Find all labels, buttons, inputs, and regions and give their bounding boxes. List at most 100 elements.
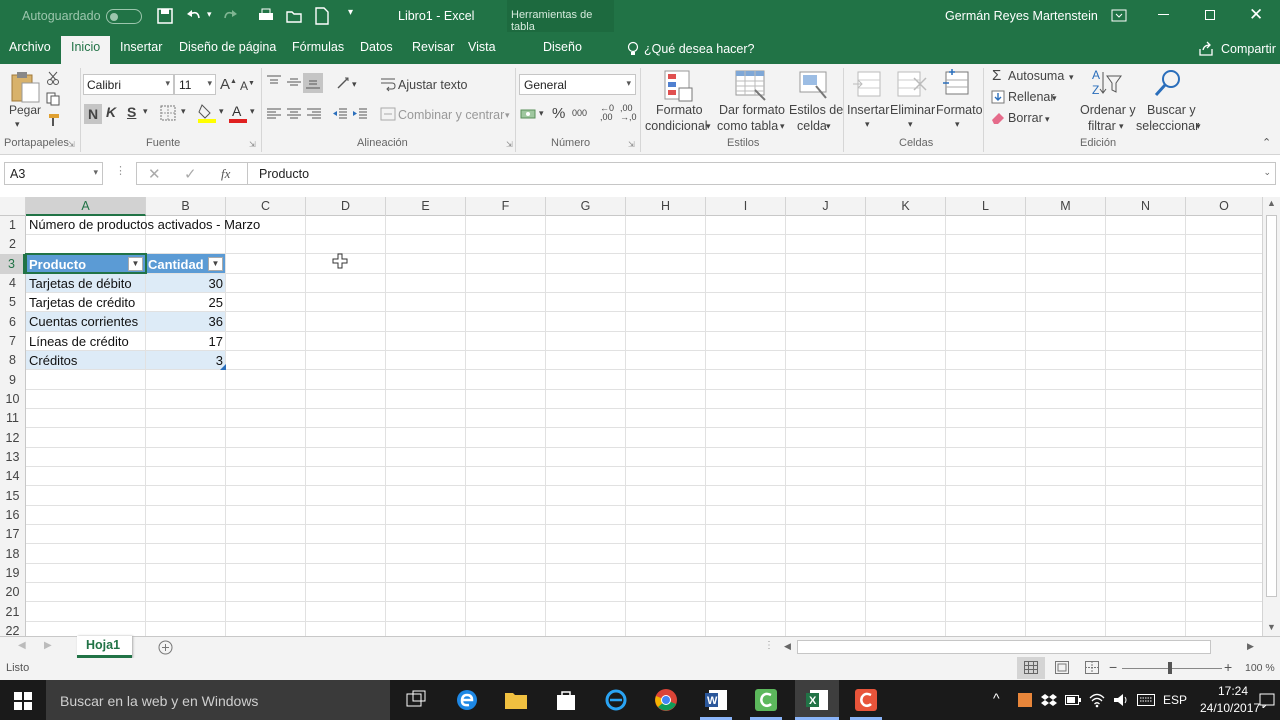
format-as-table-line1[interactable]: Dar formato xyxy=(719,103,785,117)
fill-dropdown-icon[interactable]: ▾ xyxy=(1052,93,1057,104)
conditional-format-dropdown-icon[interactable]: ▾ xyxy=(706,121,711,132)
row-header[interactable]: 13 xyxy=(0,448,25,467)
undo-icon[interactable] xyxy=(186,8,202,24)
insert-cells-icon[interactable] xyxy=(852,70,884,100)
row-header[interactable]: 15 xyxy=(0,486,25,506)
row-header[interactable]: 9 xyxy=(0,370,25,390)
clock-date[interactable]: 24/10/2017 xyxy=(1200,701,1260,715)
row-header[interactable]: 21 xyxy=(0,602,25,622)
wifi-icon[interactable] xyxy=(1089,692,1105,708)
cell-styles-icon[interactable] xyxy=(798,70,830,102)
prev-sheet-icon[interactable]: ◀ xyxy=(18,640,26,651)
volume-icon[interactable] xyxy=(1113,692,1129,708)
autosum-icon[interactable]: Σ xyxy=(992,67,1001,84)
tab-diseno-pagina[interactable]: Diseño de página xyxy=(179,40,276,54)
increase-decimal-icon[interactable]: ←0,00 xyxy=(600,104,614,122)
row-header[interactable]: 14 xyxy=(0,467,25,486)
scroll-up-icon[interactable]: ▲ xyxy=(1267,198,1276,208)
paste-dropdown-icon[interactable]: ▾ xyxy=(15,119,20,130)
store-icon[interactable] xyxy=(554,688,578,712)
tell-me-box[interactable]: ¿Qué desea hacer? xyxy=(644,42,755,56)
insert-function-button[interactable]: fx xyxy=(221,166,230,182)
tab-formulas[interactable]: Fórmulas xyxy=(292,40,344,54)
merge-dropdown-icon[interactable]: ▾ xyxy=(505,110,510,121)
camtasia-green-icon[interactable] xyxy=(754,688,778,712)
row-header[interactable]: 5 xyxy=(0,293,25,312)
vertical-scroll-thumb[interactable] xyxy=(1266,215,1277,597)
alignment-launcher-icon[interactable]: ⇲ xyxy=(506,140,513,149)
format-as-table-dropdown-icon[interactable]: ▾ xyxy=(780,121,785,132)
sort-filter-line1[interactable]: Ordenar y xyxy=(1080,103,1136,117)
print-preview-icon[interactable] xyxy=(258,8,274,24)
decrease-indent-icon[interactable] xyxy=(332,107,348,121)
tab-archivo[interactable]: Archivo xyxy=(9,40,51,54)
column-header-e[interactable]: E xyxy=(386,197,466,216)
notifications-icon[interactable] xyxy=(1259,692,1275,708)
zoom-level[interactable]: 100 % xyxy=(1245,662,1275,674)
tab-vista[interactable]: Vista xyxy=(468,40,496,54)
conditional-format-icon[interactable] xyxy=(664,70,694,102)
column-header-n[interactable]: N xyxy=(1106,197,1186,216)
table-resize-handle-icon[interactable] xyxy=(220,364,226,370)
column-header-f[interactable]: F xyxy=(466,197,546,216)
merge-center-icon[interactable] xyxy=(380,106,396,122)
row-header[interactable]: 4 xyxy=(0,274,25,293)
user-name[interactable]: Germán Reyes Martenstein xyxy=(945,9,1098,23)
table-cell-producto[interactable]: Líneas de crédito xyxy=(29,332,129,351)
filter-dropdown-cantidad-icon[interactable]: ▼ xyxy=(208,257,223,271)
sort-filter-icon[interactable]: AZ xyxy=(1091,68,1123,98)
taskbar-search-box[interactable]: Buscar en la web y en Windows xyxy=(46,680,390,720)
zoom-slider[interactable] xyxy=(1122,668,1222,669)
find-select-dropdown-icon[interactable]: ▾ xyxy=(1196,121,1201,132)
column-header-j[interactable]: J xyxy=(786,197,866,216)
row-header[interactable]: 22 xyxy=(0,622,25,636)
column-header-o[interactable]: O xyxy=(1186,197,1262,216)
underline-dropdown-icon[interactable]: ▾ xyxy=(143,106,148,117)
excel-taskbar-button[interactable]: X xyxy=(795,680,839,720)
vertical-scrollbar[interactable]: ▲ ▼ xyxy=(1262,197,1280,636)
borders-dropdown-icon[interactable]: ▾ xyxy=(181,106,186,117)
font-color-icon[interactable]: A xyxy=(229,103,247,123)
table-cell-cantidad[interactable]: 17 xyxy=(148,332,223,351)
increase-indent-icon[interactable] xyxy=(352,107,368,121)
column-header-c[interactable]: C xyxy=(226,197,306,216)
font-color-dropdown-icon[interactable]: ▾ xyxy=(250,106,255,117)
table-cell-producto[interactable]: Tarjetas de crédito xyxy=(29,293,135,312)
tab-inicio[interactable]: Inicio xyxy=(61,36,111,64)
internet-explorer-icon[interactable] xyxy=(604,688,628,712)
row-header[interactable]: 10 xyxy=(0,390,25,409)
column-header-a[interactable]: A xyxy=(26,197,146,216)
show-hidden-icons-icon[interactable]: ^ xyxy=(993,690,1000,706)
share-icon[interactable] xyxy=(1198,41,1214,57)
orientation-icon[interactable] xyxy=(336,76,352,90)
dropbox-icon[interactable] xyxy=(1041,693,1057,707)
redo-icon[interactable] xyxy=(222,8,238,24)
bold-button[interactable]: N xyxy=(84,104,102,124)
row-header[interactable]: 8 xyxy=(0,351,25,370)
delete-cells-button[interactable]: Eliminar xyxy=(890,103,935,117)
cell-styles-line1[interactable]: Estilos de xyxy=(789,103,843,117)
column-header-k[interactable]: K xyxy=(866,197,946,216)
number-launcher-icon[interactable]: ⇲ xyxy=(628,140,635,149)
share-button[interactable]: Compartir xyxy=(1221,42,1276,56)
orientation-dropdown-icon[interactable]: ▾ xyxy=(352,79,357,90)
row-header[interactable]: 16 xyxy=(0,506,25,525)
expand-formula-icon[interactable]: ⌄ xyxy=(1263,167,1271,178)
conditional-format-line2[interactable]: condicional xyxy=(645,119,708,133)
horizontal-scroll-thumb[interactable] xyxy=(797,640,1211,654)
keyboard-icon[interactable] xyxy=(1137,692,1155,708)
align-center-icon[interactable] xyxy=(286,107,302,121)
align-right-icon[interactable] xyxy=(306,107,322,121)
paste-button[interactable]: Pegar xyxy=(9,103,41,117)
align-bottom-button[interactable] xyxy=(303,73,323,93)
select-all-corner[interactable] xyxy=(0,197,26,216)
restore-icon[interactable] xyxy=(1205,10,1215,20)
sort-filter-dropdown-icon[interactable]: ▾ xyxy=(1119,121,1124,132)
fill-color-icon[interactable] xyxy=(198,103,216,123)
row-header[interactable]: 6 xyxy=(0,312,25,332)
column-header-h[interactable]: H xyxy=(626,197,706,216)
autosum-dropdown-icon[interactable]: ▾ xyxy=(1069,72,1074,83)
format-painter-icon[interactable] xyxy=(46,113,60,127)
customize-qat-icon[interactable]: ▾ xyxy=(348,7,353,18)
add-sheet-icon[interactable] xyxy=(158,640,173,655)
